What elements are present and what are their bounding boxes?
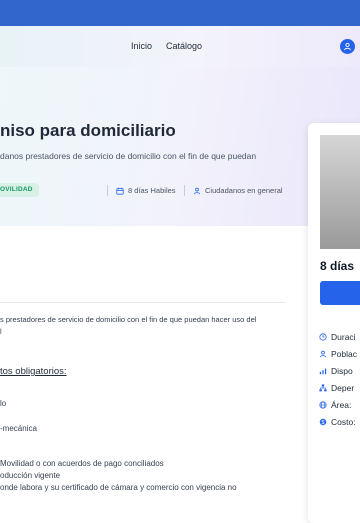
- audience-text: Ciudadanos en general: [205, 186, 283, 195]
- requirement-item: oducción vigente: [0, 471, 61, 480]
- description-text: s prestadores de servicio de domicilio c…: [0, 315, 257, 324]
- hero-section: [0, 67, 360, 226]
- clock-icon: [319, 333, 327, 341]
- user-icon: [194, 187, 200, 194]
- requirement-item: onde labora y su certificado de cámara y…: [0, 483, 237, 492]
- card-row-population: Poblac: [319, 349, 357, 359]
- card-row-label: Deper: [331, 383, 355, 393]
- meta-audience: Ciudadanos en general: [193, 186, 283, 195]
- card-row-cost: $ Costo:: [319, 417, 356, 427]
- nav-bar: Inicio Catálogo: [0, 26, 360, 68]
- meta-duration: 8 días Habiles: [116, 186, 176, 195]
- card-row-dependency: Deper: [319, 383, 354, 393]
- requirement-item: -mecánica: [0, 424, 37, 433]
- svg-text:$: $: [322, 420, 325, 426]
- card-days: 8 días: [320, 259, 355, 273]
- user-icon: [344, 42, 351, 51]
- requirement-item: Movilidad o con acuerdos de pago concili…: [0, 459, 164, 468]
- top-bar: [0, 0, 360, 26]
- card-row-label: Área:: [331, 400, 352, 410]
- description-text-cont: l: [0, 327, 2, 336]
- card-row-duration: Duraci: [319, 332, 356, 342]
- card-row-availability: Dispo: [319, 366, 353, 376]
- section-divider: [0, 302, 285, 303]
- signal-bars-icon: [319, 368, 327, 375]
- page-title: niso para domiciliario: [0, 121, 176, 140]
- card-row-label: Dispo: [331, 366, 353, 376]
- card-row-label: Duraci: [331, 332, 356, 342]
- meta-separator: [107, 185, 108, 196]
- category-badge: OVILIDAD: [0, 183, 39, 197]
- requirements-title: tos obligatorios:: [0, 366, 67, 377]
- card-row-label: Costo:: [331, 417, 356, 427]
- hero-description: danos prestadores de servicio de domicil…: [0, 151, 257, 161]
- duration-text: 8 días Habiles: [128, 186, 176, 195]
- user-icon: [320, 350, 326, 358]
- sitemap-icon: [319, 384, 327, 392]
- nav-link-inicio[interactable]: Inicio: [131, 41, 152, 51]
- calendar-icon: [116, 187, 124, 195]
- summary-card: 8 días Duraci Poblac Dispo Deper Área: $…: [308, 123, 360, 523]
- requirement-item: lo: [0, 399, 7, 408]
- user-account-button[interactable]: [340, 39, 355, 54]
- start-procedure-button[interactable]: [320, 281, 360, 305]
- card-row-label: Poblac: [331, 349, 357, 359]
- nav-link-catalogo[interactable]: Catálogo: [166, 41, 202, 51]
- globe-icon: [319, 401, 327, 409]
- procedure-image: [320, 135, 360, 249]
- card-row-area: Área:: [319, 400, 351, 410]
- meta-separator: [184, 185, 185, 196]
- money-icon: $: [319, 418, 327, 426]
